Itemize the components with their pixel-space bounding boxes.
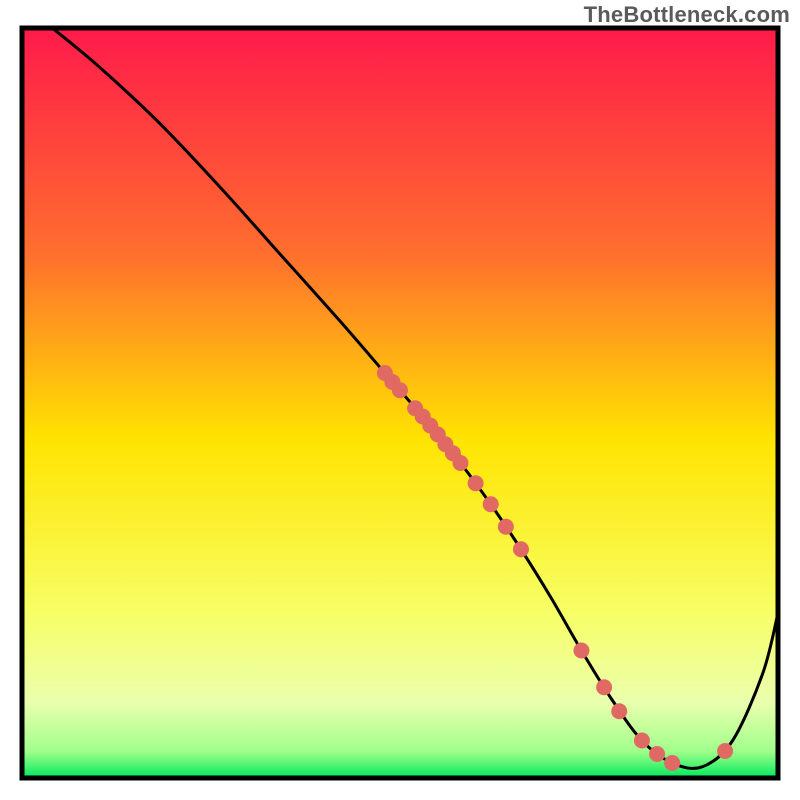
data-point <box>611 703 627 719</box>
plot-background <box>22 28 778 778</box>
data-point <box>513 541 529 557</box>
data-point <box>452 455 468 471</box>
watermark-text: TheBottleneck.com <box>584 2 790 28</box>
chart-frame: TheBottleneck.com <box>0 0 800 800</box>
data-point <box>483 496 499 512</box>
data-point <box>717 743 733 759</box>
data-point <box>664 755 680 771</box>
data-point <box>573 643 589 659</box>
data-point <box>649 746 665 762</box>
data-point <box>634 733 650 749</box>
data-point <box>596 679 612 695</box>
data-point <box>498 519 514 535</box>
data-point <box>468 475 484 491</box>
data-point <box>392 382 408 398</box>
bottleneck-chart <box>0 0 800 800</box>
